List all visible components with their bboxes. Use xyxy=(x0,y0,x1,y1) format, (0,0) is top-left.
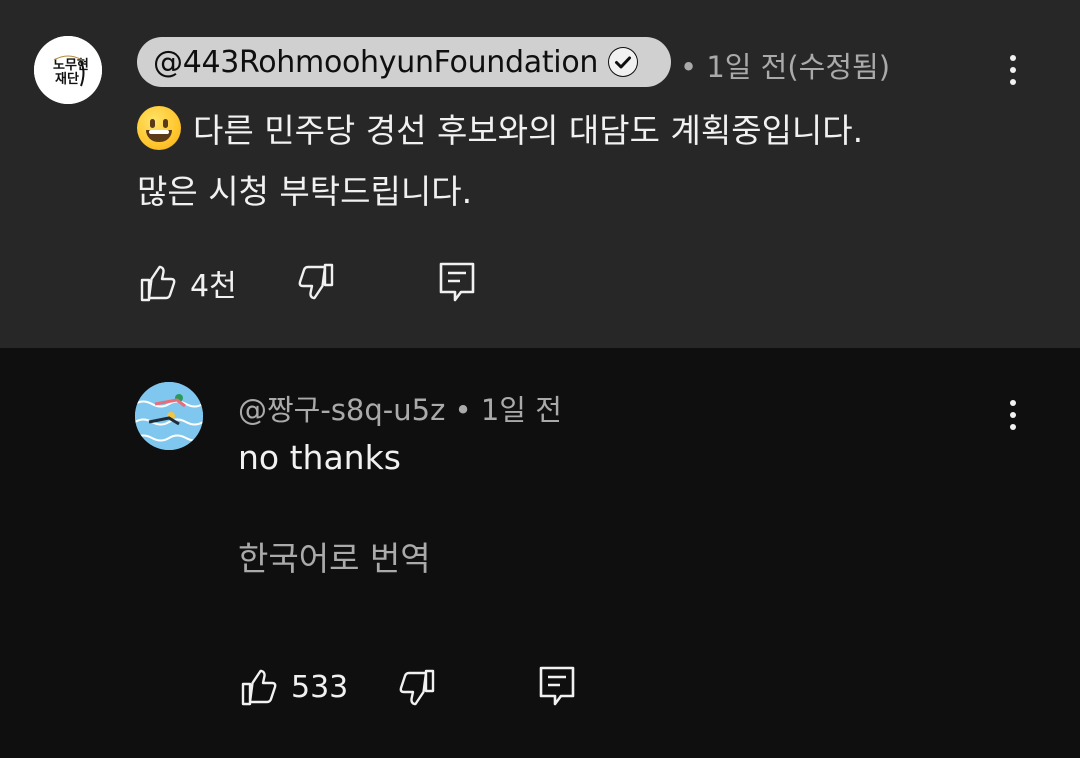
like-count: 4천 xyxy=(190,269,237,304)
reply-dislike-button[interactable] xyxy=(397,668,437,708)
comment-text-line-1: 다른 민주당 경선 후보와의 대담도 계획중입니다. xyxy=(137,104,863,152)
reply-reply-button[interactable] xyxy=(538,665,576,707)
reply-like-button[interactable]: 533 xyxy=(239,667,348,707)
thumbs-up-icon xyxy=(241,669,277,706)
highlighted-comment: 노무현 재단 @443RohmoohyunFoundation • 1일 전(수… xyxy=(0,0,1080,348)
dislike-button[interactable] xyxy=(296,262,336,302)
translate-link[interactable]: 한국어로 번역 xyxy=(238,532,431,580)
swimmers-avatar-icon xyxy=(135,382,203,450)
comment-timestamp: • 1일 전(수정됨) xyxy=(680,50,891,84)
comment-reply-icon xyxy=(539,666,575,706)
reply-author-and-timestamp: @짱구-s8q-u5z • 1일 전 xyxy=(238,387,562,429)
comment-reply-icon xyxy=(439,262,475,302)
thumbs-up-icon xyxy=(140,265,176,302)
author-channel-chip[interactable]: @443RohmoohyunFoundation xyxy=(137,37,671,87)
grinning-face-emoji-icon xyxy=(137,106,181,150)
comment-text-line-2: 많은 시청 부탁드립니다. xyxy=(137,172,473,211)
reply-timestamp: • 1일 전 xyxy=(445,393,562,427)
reply-more-options-icon[interactable] xyxy=(993,391,1033,439)
reply-author-avatar[interactable] xyxy=(135,382,203,450)
verified-check-icon xyxy=(608,47,639,77)
comment-text: 다른 민주당 경선 후보와의 대담도 계획중입니다. xyxy=(193,111,864,150)
svg-text:재단: 재단 xyxy=(55,71,79,87)
like-button[interactable]: 4천 xyxy=(138,261,237,305)
reply-like-count: 533 xyxy=(291,669,349,705)
foundation-logo-icon: 노무현 재단 xyxy=(34,36,102,104)
reply-author-handle[interactable]: @짱구-s8q-u5z xyxy=(238,393,445,427)
more-options-icon[interactable] xyxy=(993,46,1033,94)
author-avatar[interactable]: 노무현 재단 xyxy=(34,36,102,104)
author-handle: @443RohmoohyunFoundation xyxy=(153,44,599,80)
reply-text: no thanks xyxy=(238,438,401,477)
thumbs-down-icon xyxy=(298,263,334,300)
reply-button[interactable] xyxy=(438,261,476,303)
thumbs-down-icon xyxy=(399,669,435,706)
